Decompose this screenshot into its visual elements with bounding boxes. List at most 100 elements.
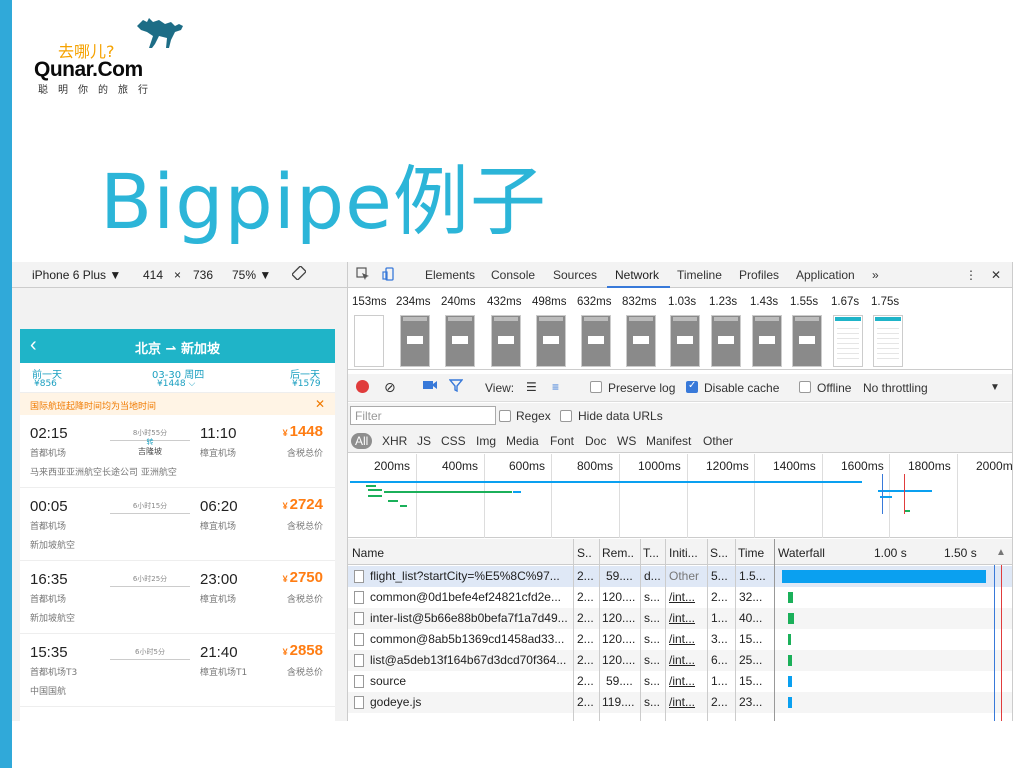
filmstrip-frame[interactable] <box>833 315 863 367</box>
slide-accent-stripe <box>0 0 12 768</box>
column-size[interactable]: S... <box>710 546 728 560</box>
flight-item[interactable]: 00:05 首都机场 6小时15分 06:20 樟宜机场 ¥2724 含税总价 … <box>20 488 335 561</box>
table-row[interactable]: godeye.js 2... 119.... s... /int... 2...… <box>348 692 1012 713</box>
filmstrip-frame[interactable] <box>400 315 430 367</box>
inspect-icon[interactable] <box>356 267 370 284</box>
request-initiator[interactable]: /int... <box>669 674 707 688</box>
flight-item[interactable]: 02:15 首都机场 8小时55分 转 吉隆坡 11:10 樟宜机场 ¥1448… <box>20 415 335 488</box>
table-row[interactable]: flight_list?startCity=%E5%8C%97... 2... … <box>348 566 1012 587</box>
table-row[interactable]: common@0d1befe4ef24821cfd2e... 2... 120.… <box>348 587 1012 608</box>
column-divider[interactable] <box>665 539 666 721</box>
waterfall-bar <box>788 592 793 603</box>
filmstrip-frame[interactable] <box>445 315 475 367</box>
filmstrip-frame[interactable] <box>626 315 656 367</box>
tab-application[interactable]: Application <box>796 268 855 282</box>
device-select[interactable]: iPhone 6 Plus ▼ <box>32 268 121 282</box>
filter-icon[interactable] <box>448 379 464 395</box>
type-other[interactable]: Other <box>703 434 733 448</box>
request-initiator[interactable]: /int... <box>669 632 707 646</box>
column-divider[interactable] <box>640 539 641 721</box>
offline-checkbox[interactable] <box>799 381 811 393</box>
clear-icon[interactable]: ⊘ <box>384 379 396 396</box>
throttling-select[interactable]: No throttling <box>863 381 928 395</box>
type-doc[interactable]: Doc <box>585 434 606 448</box>
arrival-time: 06:20 <box>200 498 238 515</box>
type-xhr[interactable]: XHR <box>382 434 407 448</box>
request-initiator[interactable]: /int... <box>669 590 707 604</box>
overview-tick: 200ms <box>374 459 411 473</box>
column-divider[interactable] <box>735 539 736 721</box>
record-icon[interactable] <box>356 380 369 393</box>
table-row[interactable]: common@8ab5b1369cd1458ad33... 2... 120..… <box>348 629 1012 650</box>
column-divider[interactable] <box>774 539 775 721</box>
table-row[interactable]: list@a5deb13f164b67d3dcd70f364... 2... 1… <box>348 650 1012 671</box>
large-rows-icon[interactable]: ☰ <box>526 380 537 394</box>
filmstrip-frame[interactable] <box>752 315 782 367</box>
column-divider[interactable] <box>573 539 574 721</box>
hide-data-urls-checkbox[interactable] <box>560 410 572 422</box>
column-status[interactable]: S.. <box>577 546 592 560</box>
tab-elements[interactable]: Elements <box>425 268 475 282</box>
filmstrip-frame[interactable] <box>792 315 822 367</box>
column-initiator[interactable]: Initi... <box>669 546 698 560</box>
overview-tick: 400ms <box>442 459 479 473</box>
device-width[interactable]: 414 <box>143 268 163 282</box>
throttling-arrow-icon[interactable]: ▼ <box>990 382 1000 393</box>
table-row[interactable]: inter-list@5b66e88b0befa7f1a7d49... 2...… <box>348 608 1012 629</box>
overview-icon[interactable]: ≡ <box>552 380 559 394</box>
devtools-menu-icon[interactable]: ⋮ <box>965 268 977 282</box>
tab-network[interactable]: Network <box>615 268 659 282</box>
type-font[interactable]: Font <box>550 434 574 448</box>
tab-sources[interactable]: Sources <box>553 268 597 282</box>
filmstrip-frame[interactable] <box>581 315 611 367</box>
regex-checkbox[interactable] <box>499 410 511 422</box>
preserve-log-checkbox[interactable] <box>590 381 602 393</box>
table-row[interactable]: source 2... 59.... s... /int... 1... 15.… <box>348 671 1012 692</box>
zoom-select[interactable]: 75% ▼ <box>232 268 271 282</box>
flight-item[interactable]: 15:35 首都机场T3 6小时5分 21:40 樟宜机场T1 ¥2858 含税… <box>20 634 335 707</box>
column-divider[interactable] <box>599 539 600 721</box>
preserve-log-label: Preserve log <box>608 381 676 395</box>
close-notice-icon[interactable]: ✕ <box>315 397 325 411</box>
column-divider[interactable] <box>707 539 708 721</box>
overview-tick: 1200ms <box>706 459 749 473</box>
column-type[interactable]: T... <box>643 546 659 560</box>
filmstrip-frame[interactable] <box>711 315 741 367</box>
filmstrip-frame[interactable] <box>670 315 700 367</box>
request-initiator[interactable]: /int... <box>669 653 707 667</box>
duration-line <box>110 659 190 660</box>
filmstrip-frame[interactable] <box>491 315 521 367</box>
column-time[interactable]: Time <box>738 546 764 560</box>
type-manifest[interactable]: Manifest <box>646 434 691 448</box>
type-all[interactable]: All <box>351 433 373 449</box>
filmstrip-frame[interactable] <box>873 315 903 367</box>
rotate-icon[interactable] <box>291 265 307 283</box>
type-js[interactable]: JS <box>417 434 431 448</box>
network-overview[interactable]: 200ms 400ms 600ms 800ms 1000ms 1200ms 14… <box>348 454 1012 538</box>
device-toggle-icon[interactable] <box>382 267 396 284</box>
tab-console[interactable]: Console <box>491 268 535 282</box>
tab-profiles[interactable]: Profiles <box>739 268 779 282</box>
more-tabs-icon[interactable]: » <box>872 268 879 282</box>
price-value: 2724 <box>289 496 323 513</box>
tab-timeline[interactable]: Timeline <box>677 268 722 282</box>
type-media[interactable]: Media <box>506 434 539 448</box>
devtools-close-icon[interactable]: ✕ <box>991 268 1001 282</box>
type-img[interactable]: Img <box>476 434 496 448</box>
column-remote[interactable]: Rem.. <box>602 546 634 560</box>
camera-icon[interactable] <box>422 379 438 394</box>
filmstrip-frame[interactable] <box>354 315 384 367</box>
type-ws[interactable]: WS <box>617 434 636 448</box>
flight-item[interactable]: 16:35 首都机场 6小时25分 23:00 樟宜机场 ¥2750 含税总价 … <box>20 561 335 634</box>
disable-cache-checkbox[interactable] <box>686 380 698 393</box>
type-css[interactable]: CSS <box>441 434 466 448</box>
column-waterfall[interactable]: Waterfall <box>778 546 825 560</box>
filmstrip-frame[interactable] <box>536 315 566 367</box>
column-name[interactable]: Name <box>352 546 384 560</box>
sort-arrow-icon[interactable]: ▲ <box>996 547 1006 558</box>
filter-input[interactable]: Filter <box>350 406 496 425</box>
request-initiator[interactable]: /int... <box>669 611 707 625</box>
request-initiator[interactable]: /int... <box>669 695 707 709</box>
device-height[interactable]: 736 <box>193 268 213 282</box>
request-name: common@0d1befe4ef24821cfd2e... <box>370 590 561 604</box>
